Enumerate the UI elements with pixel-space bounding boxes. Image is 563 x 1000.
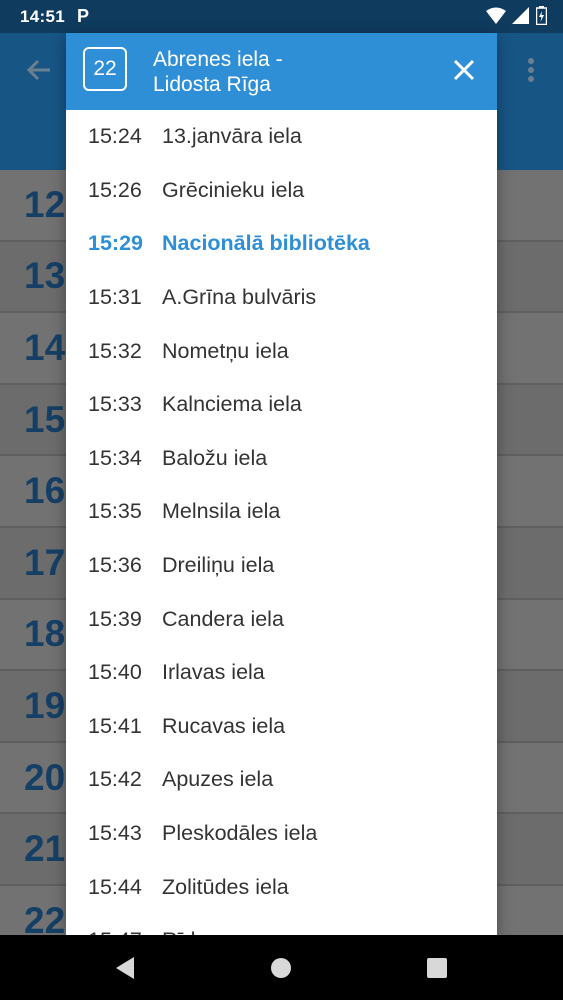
stop-time: 15:36 [88,553,142,578]
stop-row[interactable]: 15:26 Grēcinieku iela [66,164,497,218]
dialog-header: 22 Abrenes iela - Lidosta Rīga [66,33,497,110]
stop-name: A.Grīna bulvāris [162,285,317,310]
stop-name: Nometņu iela [162,338,289,363]
parking-app-icon: P [76,6,89,26]
stop-name: Dreiliņu iela [162,553,275,578]
stop-name: Rucavas iela [162,713,286,738]
stop-list: 15:24 13.janvāra iela 15:26 Grēcinieku iela… [66,110,497,935]
square-recents-icon[interactable] [424,955,450,981]
triangle-back-icon[interactable] [112,955,138,981]
hour-label: 12 [24,183,66,225]
stop-time: 15:34 [88,445,142,470]
more-vertical-icon[interactable] [519,55,543,85]
route-number-badge: 22 [83,47,127,91]
stop-name: Rīdzene [162,928,242,935]
status-time: 14:51 [20,6,65,26]
circle-home-icon[interactable] [268,955,294,981]
stop-row-current[interactable]: 15:29 Nacionālā bibliotēka [66,217,497,271]
stop-time: 15:26 [88,177,142,202]
stop-row[interactable]: 15:39 Candera iela [66,592,497,646]
status-bar: 14:51 P [0,0,563,33]
stop-time: 15:31 [88,285,142,310]
stop-time: 15:24 [88,124,142,149]
stop-row[interactable]: 15:43 Pleskodāles iela [66,807,497,861]
hour-label: 19 [24,684,66,726]
route-title-line2: Lidosta Rīga [153,73,271,96]
stop-row[interactable]: 15:32 Nometņu iela [66,324,497,378]
signal-icon [512,6,529,24]
close-icon[interactable] [451,57,477,83]
route-title-line1: Abrenes iela - [153,48,283,71]
stop-name: Melnsila iela [162,499,281,524]
wifi-icon [486,7,506,24]
back-arrow-icon[interactable] [24,55,54,85]
stop-name: Kalnciema iela [162,392,302,417]
stop-name: 13.janvāra iela [162,124,302,149]
stop-name: Baložu iela [162,445,268,470]
hour-label: 15 [24,398,66,440]
stop-row[interactable]: 15:24 13.janvāra iela [66,110,497,164]
stop-row[interactable]: 15:40 Irlavas iela [66,646,497,700]
stop-time: 15:39 [88,606,142,631]
stop-time: 15:40 [88,660,142,685]
stop-time: 15:33 [88,392,142,417]
stop-time: 15:43 [88,821,142,846]
hour-label: 14 [24,326,66,368]
stop-row[interactable]: 15:36 Dreiliņu iela [66,539,497,593]
stop-row[interactable]: 15:31 A.Grīna bulvāris [66,271,497,325]
stop-row[interactable]: 15:42 Apuzes iela [66,753,497,807]
route-title: Abrenes iela - Lidosta Rīga [153,47,283,97]
stop-time: 15:42 [88,767,142,792]
stop-time: 15:44 [88,874,142,899]
route-stops-dialog: 22 Abrenes iela - Lidosta Rīga 15:24 13.j… [66,33,497,935]
status-icons [486,6,547,25]
stop-time: 15:32 [88,338,142,363]
stop-row[interactable]: 15:33 Kalnciema iela [66,378,497,432]
stop-name: Nacionālā bibliotēka [162,231,370,256]
stop-name: Pleskodāles iela [162,821,318,846]
hour-label: 16 [24,470,66,512]
stop-name: Candera iela [162,606,284,631]
stop-row[interactable]: 15:47Rīdzene [66,914,497,935]
hour-label: 18 [24,613,66,655]
stop-row[interactable]: 15:41 Rucavas iela [66,700,497,754]
stop-time: 15:29 [88,231,143,256]
battery-icon [536,6,547,25]
stop-name: Zolitūdes iela [162,874,289,899]
hour-label: 13 [24,255,66,297]
stop-time: 15:35 [88,499,142,524]
stop-name: Irlavas iela [162,660,265,685]
stop-time: 15:41 [88,713,142,738]
stop-time: 15:47 [66,928,162,935]
hour-label: 21 [24,828,66,870]
stop-row[interactable]: 15:44 Zolitūdes iela [66,860,497,914]
stop-name: Apuzes iela [162,767,274,792]
hour-label: 17 [24,541,66,583]
navigation-bar [0,935,563,1000]
stop-name: Grēcinieku iela [162,177,305,202]
hour-label: 20 [24,756,66,798]
stop-row[interactable]: 15:35 Melnsila iela [66,485,497,539]
stop-row[interactable]: 15:34 Baložu iela [66,432,497,486]
